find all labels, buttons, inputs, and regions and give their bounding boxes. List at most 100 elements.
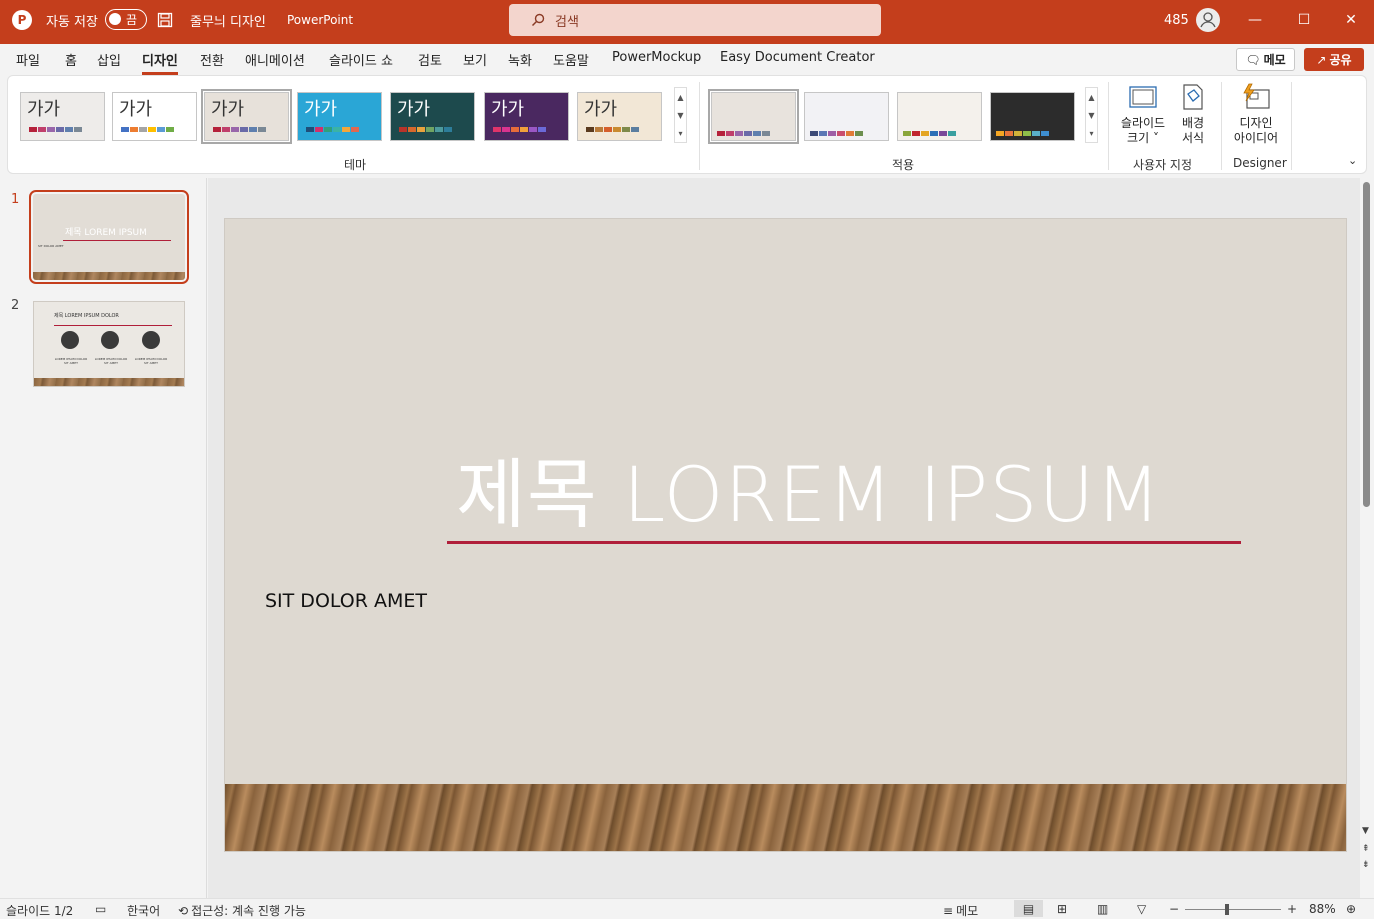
theme-option-5[interactable]: 가가 (390, 92, 475, 141)
color-swatch (1041, 131, 1049, 136)
scroll-up-icon[interactable]: ▲ (677, 93, 683, 102)
reading-view-icon[interactable]: ▥ (1097, 902, 1108, 916)
notes-button[interactable]: ≡ 메모 (943, 902, 978, 919)
themes-gallery-scroll[interactable]: ▲ ▼ ▾ (674, 87, 687, 143)
design-ribbon: 가가 가가 가가 가가 가가 가가 가가 ▲ ▼ ▾ 테마 ▲ ▼ ▾ 적용 슬라이드 크기 ˅ 배… (7, 75, 1367, 174)
color-swatch (426, 127, 434, 132)
variants-gallery-scroll[interactable]: ▲ ▼ ▾ (1085, 87, 1098, 143)
format-background-button[interactable]: 배경 서식 (1173, 82, 1213, 146)
theme-option-6[interactable]: 가가 (484, 92, 569, 141)
tab-view[interactable]: 보기 (463, 50, 487, 69)
share-button[interactable]: ↗ 공유 (1304, 48, 1364, 71)
normal-view-icon[interactable]: ▤ (1014, 900, 1043, 917)
slide-title[interactable]: 제목 LOREM IPSUM (456, 433, 1162, 543)
variant-option-4[interactable] (990, 92, 1075, 141)
zoom-slider-thumb[interactable] (1225, 904, 1230, 915)
more-icon[interactable]: ▾ (1089, 129, 1093, 138)
thumb-subtitle: SIT DOLOR AMET (38, 244, 64, 248)
spell-check-icon[interactable]: ▭ (95, 902, 106, 916)
slide-number: 1 (11, 192, 20, 207)
tab-easy-document-creator[interactable]: Easy Document Creator (720, 50, 875, 65)
save-icon[interactable] (157, 0, 173, 40)
previous-slide-icon[interactable]: ⇞ (1362, 844, 1370, 854)
color-swatch (29, 127, 37, 132)
next-slide-icon[interactable]: ⇟ (1362, 860, 1370, 870)
slide-size-label-2: 크기 ˅ (1127, 131, 1159, 145)
format-background-label-1: 배경 (1181, 116, 1205, 130)
fit-to-window-icon[interactable]: ⊕ (1346, 902, 1356, 916)
thumb-floor (33, 272, 185, 280)
zoom-out-icon[interactable]: − (1169, 902, 1179, 916)
comments-button[interactable]: 🗨 메모 (1236, 48, 1295, 71)
slide-size-button[interactable]: 슬라이드 크기 ˅ (1117, 82, 1169, 146)
tab-insert[interactable]: 삽입 (97, 50, 121, 69)
theme-option-3[interactable]: 가가 (201, 89, 292, 144)
comments-label: 메모 (1263, 53, 1286, 67)
theme-option-2[interactable]: 가가 (112, 92, 197, 141)
tab-review[interactable]: 검토 (418, 50, 442, 69)
slide-subtitle[interactable]: SIT DOLOR AMET (265, 590, 427, 612)
document-title: 줄무늬 디자인 (190, 14, 266, 30)
slide-thumbnail-2[interactable]: 제목 LOREM IPSUM DOLOR LOREM IPSUM DOLOR S… (33, 301, 185, 387)
color-swatch (930, 131, 938, 136)
notes-label: 메모 (956, 904, 979, 918)
color-swatch (1023, 131, 1031, 136)
color-swatch (315, 127, 323, 132)
theme-option-1[interactable]: 가가 (20, 92, 105, 141)
variant-option-3[interactable] (897, 92, 982, 141)
color-swatch (744, 131, 752, 136)
theme-label: 가가 (491, 99, 525, 120)
color-swatch (538, 127, 546, 132)
more-icon[interactable]: ▾ (678, 129, 682, 138)
variant-option-2[interactable] (804, 92, 889, 141)
theme-option-7[interactable]: 가가 (577, 92, 662, 141)
tab-record[interactable]: 녹화 (508, 50, 532, 69)
slide-size-icon (1128, 82, 1158, 112)
zoom-level[interactable]: 88% (1309, 902, 1336, 916)
account-avatar-icon[interactable] (1196, 0, 1220, 40)
scroll-up-icon[interactable]: ▲ (1088, 93, 1094, 102)
slideshow-view-icon[interactable]: ▽ (1137, 902, 1146, 916)
tab-slideshow[interactable]: 슬라이드 쇼 (329, 50, 393, 69)
maximize-icon[interactable]: ☐ (1281, 0, 1327, 40)
design-ideas-button[interactable]: 디자인 아이디어 (1228, 82, 1284, 146)
tab-transitions[interactable]: 전환 (200, 50, 224, 69)
color-swatch (819, 131, 827, 136)
thumb-rule (54, 325, 172, 326)
search-box[interactable]: 검색 (509, 4, 881, 36)
app-name: PowerPoint (287, 13, 354, 27)
scroll-down-icon[interactable]: ▼ (677, 111, 683, 120)
scrollbar-thumb[interactable] (1363, 182, 1370, 507)
language-indicator[interactable]: 한국어 (127, 902, 160, 919)
variant-option-1[interactable] (708, 89, 799, 144)
slide-thumbnail-1[interactable]: 제목 LOREM IPSUM SIT DOLOR AMET (29, 190, 189, 284)
color-swatch (996, 131, 1004, 136)
slide-sorter-icon[interactable]: ⊞ (1057, 902, 1067, 916)
group-separator (1291, 82, 1292, 170)
color-swatch (399, 127, 407, 132)
thumb-title: 제목 LOREM IPSUM (65, 228, 147, 238)
minimize-icon[interactable]: — (1232, 0, 1278, 40)
scroll-down-icon[interactable]: ▼ (1362, 826, 1369, 836)
vertical-scrollbar[interactable]: ▼ ⇞ ⇟ (1360, 178, 1374, 898)
autosave-toggle[interactable]: 끔 (105, 9, 147, 30)
tab-file[interactable]: 파일 (16, 50, 40, 69)
tab-design[interactable]: 디자인 (142, 50, 178, 75)
color-swatch (249, 127, 257, 132)
color-swatch (1032, 131, 1040, 136)
accessibility-status[interactable]: ⟲ 접근성: 계속 진행 가능 (178, 902, 306, 919)
color-swatch (417, 127, 425, 132)
theme-option-4[interactable]: 가가 (297, 92, 382, 141)
collapse-ribbon-icon[interactable]: ⌄ (1348, 154, 1357, 167)
zoom-in-icon[interactable]: + (1287, 902, 1297, 916)
zoom-slider[interactable] (1185, 904, 1281, 915)
tab-powermockup[interactable]: PowerMockup (612, 50, 701, 65)
current-slide[interactable]: 제목 LOREM IPSUM SIT DOLOR AMET (225, 219, 1346, 851)
title-underline (447, 541, 1241, 544)
tab-help[interactable]: 도움말 (553, 50, 589, 69)
scroll-down-icon[interactable]: ▼ (1088, 111, 1094, 120)
color-swatch (47, 127, 55, 132)
tab-animations[interactable]: 애니메이션 (245, 50, 305, 69)
tab-home[interactable]: 홈 (65, 50, 77, 69)
close-icon[interactable]: ✕ (1328, 0, 1374, 40)
